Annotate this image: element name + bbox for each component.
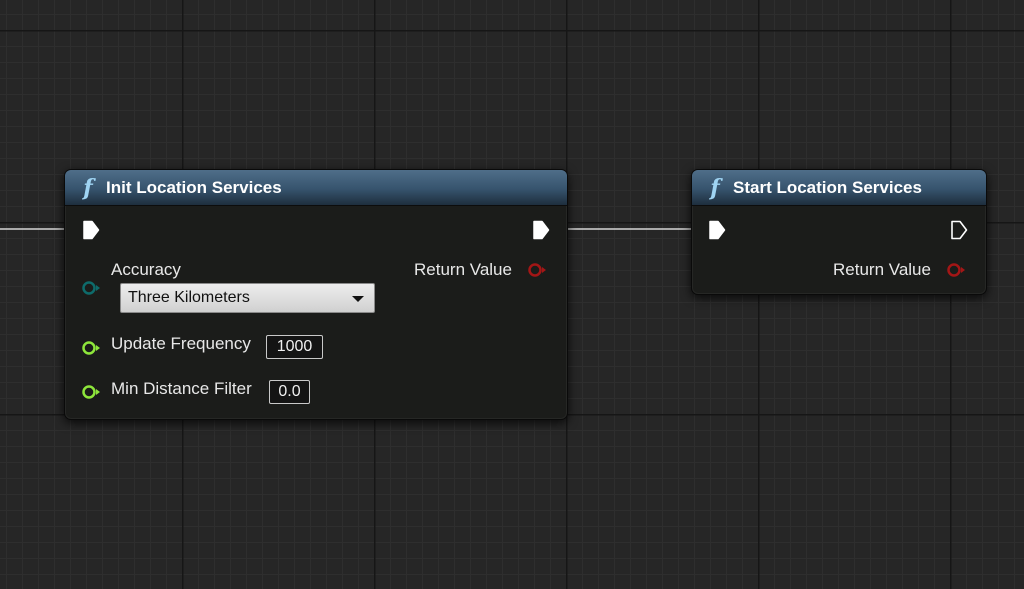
return-value-pin[interactable] <box>946 262 966 278</box>
exec-out-pin[interactable] <box>532 220 550 240</box>
function-f-icon: f <box>710 174 720 201</box>
integer-pin-icon <box>82 341 100 355</box>
return-value-pin[interactable] <box>527 262 547 278</box>
accuracy-pin[interactable] <box>81 280 101 296</box>
function-f-icon: f <box>83 174 93 201</box>
update-frequency-input[interactable] <box>266 335 323 359</box>
node-start-location-services[interactable]: f Start Location Services Return Value <box>691 169 987 295</box>
node-header[interactable]: f Start Location Services <box>692 170 986 206</box>
return-value-label: Return Value <box>833 260 931 279</box>
byte-pin-icon <box>82 281 100 295</box>
exec-in-pin[interactable] <box>82 220 100 240</box>
update-frequency-pin[interactable] <box>81 340 101 356</box>
accuracy-selected-value: Three Kilometers <box>128 289 250 306</box>
min-distance-filter-label: Min Distance Filter <box>111 379 252 398</box>
chevron-down-icon <box>352 296 364 302</box>
float-pin-icon <box>82 385 100 399</box>
update-frequency-label: Update Frequency <box>111 334 251 353</box>
exec-in-pin[interactable] <box>708 220 726 240</box>
min-distance-filter-pin[interactable] <box>81 384 101 400</box>
bool-pin-icon <box>947 263 965 277</box>
accuracy-label: Accuracy <box>111 260 181 279</box>
min-distance-filter-input[interactable] <box>269 380 310 404</box>
node-init-location-services[interactable]: f Init Location Services Accuracy Three … <box>64 169 568 420</box>
exec-arrow-icon <box>83 220 100 240</box>
node-header[interactable]: f Init Location Services <box>65 170 567 206</box>
exec-arrow-outline-icon <box>951 220 968 240</box>
exec-out-pin[interactable] <box>950 220 968 240</box>
accuracy-dropdown[interactable]: Three Kilometers <box>120 283 375 313</box>
exec-arrow-icon <box>709 220 726 240</box>
node-title: Init Location Services <box>106 177 282 197</box>
bool-pin-icon <box>528 263 546 277</box>
exec-arrow-icon <box>533 220 550 240</box>
node-title: Start Location Services <box>733 177 922 197</box>
return-value-label: Return Value <box>414 260 512 279</box>
